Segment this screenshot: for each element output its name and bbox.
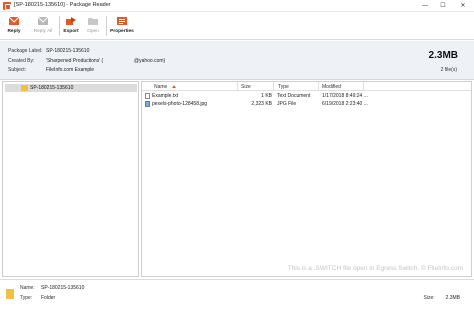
tree-item-root[interactable]: SP-180215-135610 (5, 84, 137, 92)
column-header-name[interactable]: Name (154, 84, 167, 90)
created-by-key: Created By: (8, 58, 35, 64)
status-name-key: Name: (20, 285, 35, 291)
status-name-value: SP-180215-135610 (41, 285, 85, 291)
status-type-key: Type: (20, 295, 33, 301)
column-divider[interactable] (318, 82, 319, 91)
column-header-type[interactable]: Type (278, 84, 289, 90)
file-type: Text Document (277, 93, 311, 99)
folder-icon (21, 85, 28, 91)
created-by-row: Created By: 'Sharpened Productions' ( (8, 58, 103, 64)
export-icon (66, 17, 76, 25)
status-bar: Name: SP-180215-135610 Type: Folder Size: 2… (0, 279, 474, 316)
folder-icon (6, 289, 14, 299)
column-divider[interactable] (363, 82, 364, 91)
reply-label: Reply (7, 29, 21, 34)
list-header: Name Size Type Modified (142, 82, 471, 91)
package-info: Package Label: SP-180215-135610 Created B… (0, 41, 474, 80)
reply-icon (8, 16, 20, 25)
status-name-row: Name: SP-180215-135610 (20, 285, 84, 291)
file-list: Name Size Type Modified Example.txt 1 KB… (141, 81, 472, 277)
package-label-value: SP-180215-135610 (46, 48, 90, 54)
column-divider[interactable] (237, 82, 238, 91)
table-row[interactable]: Example.txt 1 KB Text Document 1/17/2018… (142, 92, 471, 100)
open-icon (88, 18, 98, 25)
minimize-button[interactable]: — (418, 1, 432, 11)
watermark: This is a .SWITCH file open in Egress Sw… (287, 265, 463, 272)
title-bar: [SP-180215-135610] - Package Reader — ☐ … (0, 0, 474, 12)
file-name: pexels-photo-128458.jpg (152, 101, 208, 107)
tree-item-label: SP-180215-135610 (30, 85, 74, 91)
open-label: Open (87, 29, 99, 34)
package-label-key: Package Label: (8, 48, 43, 54)
file-size: 2,323 KB (251, 101, 272, 107)
files-count: 2 file(s) (440, 67, 457, 73)
file-modified: 1/17/2018 8:49:24 ... (322, 93, 368, 99)
close-button[interactable]: ✕ (456, 1, 470, 11)
maximize-button[interactable]: ☐ (436, 1, 450, 11)
status-size-key: Size: (423, 295, 435, 301)
package-size: 2.3MB (428, 50, 458, 61)
status-size-row: Size: 2.3MB (424, 295, 460, 301)
reply-all-label: Reply All (33, 29, 53, 34)
subject-value: FileInfo.com Example (46, 67, 95, 73)
file-type: JPG File (277, 101, 297, 107)
properties-button[interactable]: Properties (108, 14, 136, 38)
open-button[interactable]: Open (84, 14, 102, 38)
subject-row: Subject: FileInfo.com Example (8, 67, 94, 73)
reply-button[interactable]: Reply (2, 14, 26, 38)
folder-tree: SP-180215-135610 (2, 81, 139, 277)
created-by-email: @yahoo.com) (134, 58, 166, 64)
package-label-row: Package Label: SP-180215-135610 (8, 48, 89, 54)
file-size: 1 KB (261, 93, 272, 99)
status-size-value: 2.3MB (445, 295, 460, 301)
file-name: Example.txt (152, 93, 179, 99)
subject-key: Subject: (8, 67, 27, 73)
window-title: [SP-180215-135610] - Package Reader (14, 2, 111, 8)
column-header-modified[interactable]: Modified (322, 84, 341, 90)
status-type-row: Type: Folder (20, 295, 55, 301)
toolbar-separator (106, 16, 107, 36)
sort-ascending-icon (172, 85, 176, 88)
file-modified: 6/19/2018 2:23:40 ... (322, 101, 368, 107)
status-type-value: Folder (41, 295, 56, 301)
toolbar-separator (59, 16, 60, 36)
export-button[interactable]: Export (61, 14, 81, 38)
properties-label: Properties (110, 29, 134, 34)
export-label: Export (63, 29, 79, 34)
toolbar: Reply Reply All Export Open Properties (0, 12, 474, 40)
properties-icon (117, 17, 127, 25)
reply-all-icon (37, 16, 49, 25)
column-divider[interactable] (273, 82, 274, 91)
app-icon (3, 2, 11, 10)
text-file-icon (145, 93, 150, 99)
table-row[interactable]: pexels-photo-128458.jpg 2,323 KB JPG Fil… (142, 100, 471, 108)
created-by-value: 'Sharpened Productions' ( (46, 58, 104, 64)
reply-all-button[interactable]: Reply All (29, 14, 57, 38)
image-file-icon (145, 101, 150, 107)
column-header-size[interactable]: Size (241, 84, 251, 90)
